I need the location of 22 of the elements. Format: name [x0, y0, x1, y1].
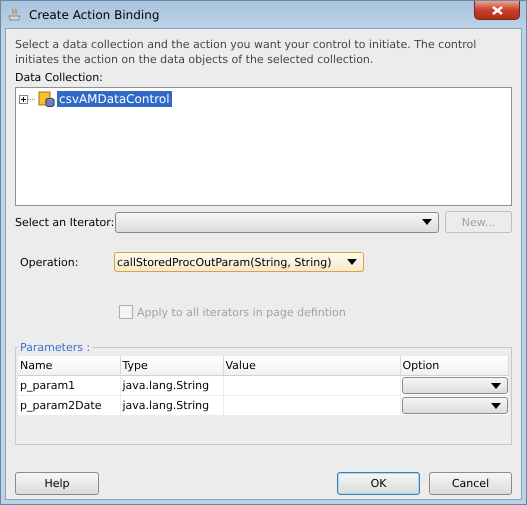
- tree-item[interactable]: csvAMDataControl: [57, 91, 172, 107]
- operation-dropdown[interactable]: callStoredProcOutParam(String, String): [114, 252, 364, 272]
- window-title: Create Action Binding: [29, 8, 160, 22]
- help-button[interactable]: Help: [15, 472, 99, 495]
- field-label: Operation:: [19, 256, 80, 268]
- column-header[interactable]: Value: [223, 356, 400, 376]
- field-label: Data Collection:: [15, 71, 104, 84]
- column-header[interactable]: Type: [120, 356, 223, 376]
- field-label: Select an Iterator:: [15, 216, 115, 228]
- table-cell: p_param2Date: [18, 396, 120, 416]
- dropdown-value: callStoredProcOutParam(String, String): [117, 256, 332, 268]
- table-cell: java.lang.String: [120, 376, 223, 396]
- checkbox-label: Apply to all iterators in page defintion: [137, 306, 346, 318]
- table-cell: p_param1: [18, 376, 120, 396]
- ok-button[interactable]: OK: [337, 472, 420, 495]
- description-text: Select a data collection and the action you want your control to initiate. The control initiates the action on the data objects of the selected collection.: [15, 37, 478, 67]
- table-cell: java.lang.String: [120, 396, 223, 416]
- column-header[interactable]: Option: [400, 356, 508, 376]
- column-header[interactable]: Name: [18, 356, 120, 376]
- panel-title: Parameters :: [19, 341, 92, 354]
- data-collection-tree[interactable]: csvAMDataControl: [15, 87, 512, 206]
- cancel-button[interactable]: Cancel: [429, 472, 512, 495]
